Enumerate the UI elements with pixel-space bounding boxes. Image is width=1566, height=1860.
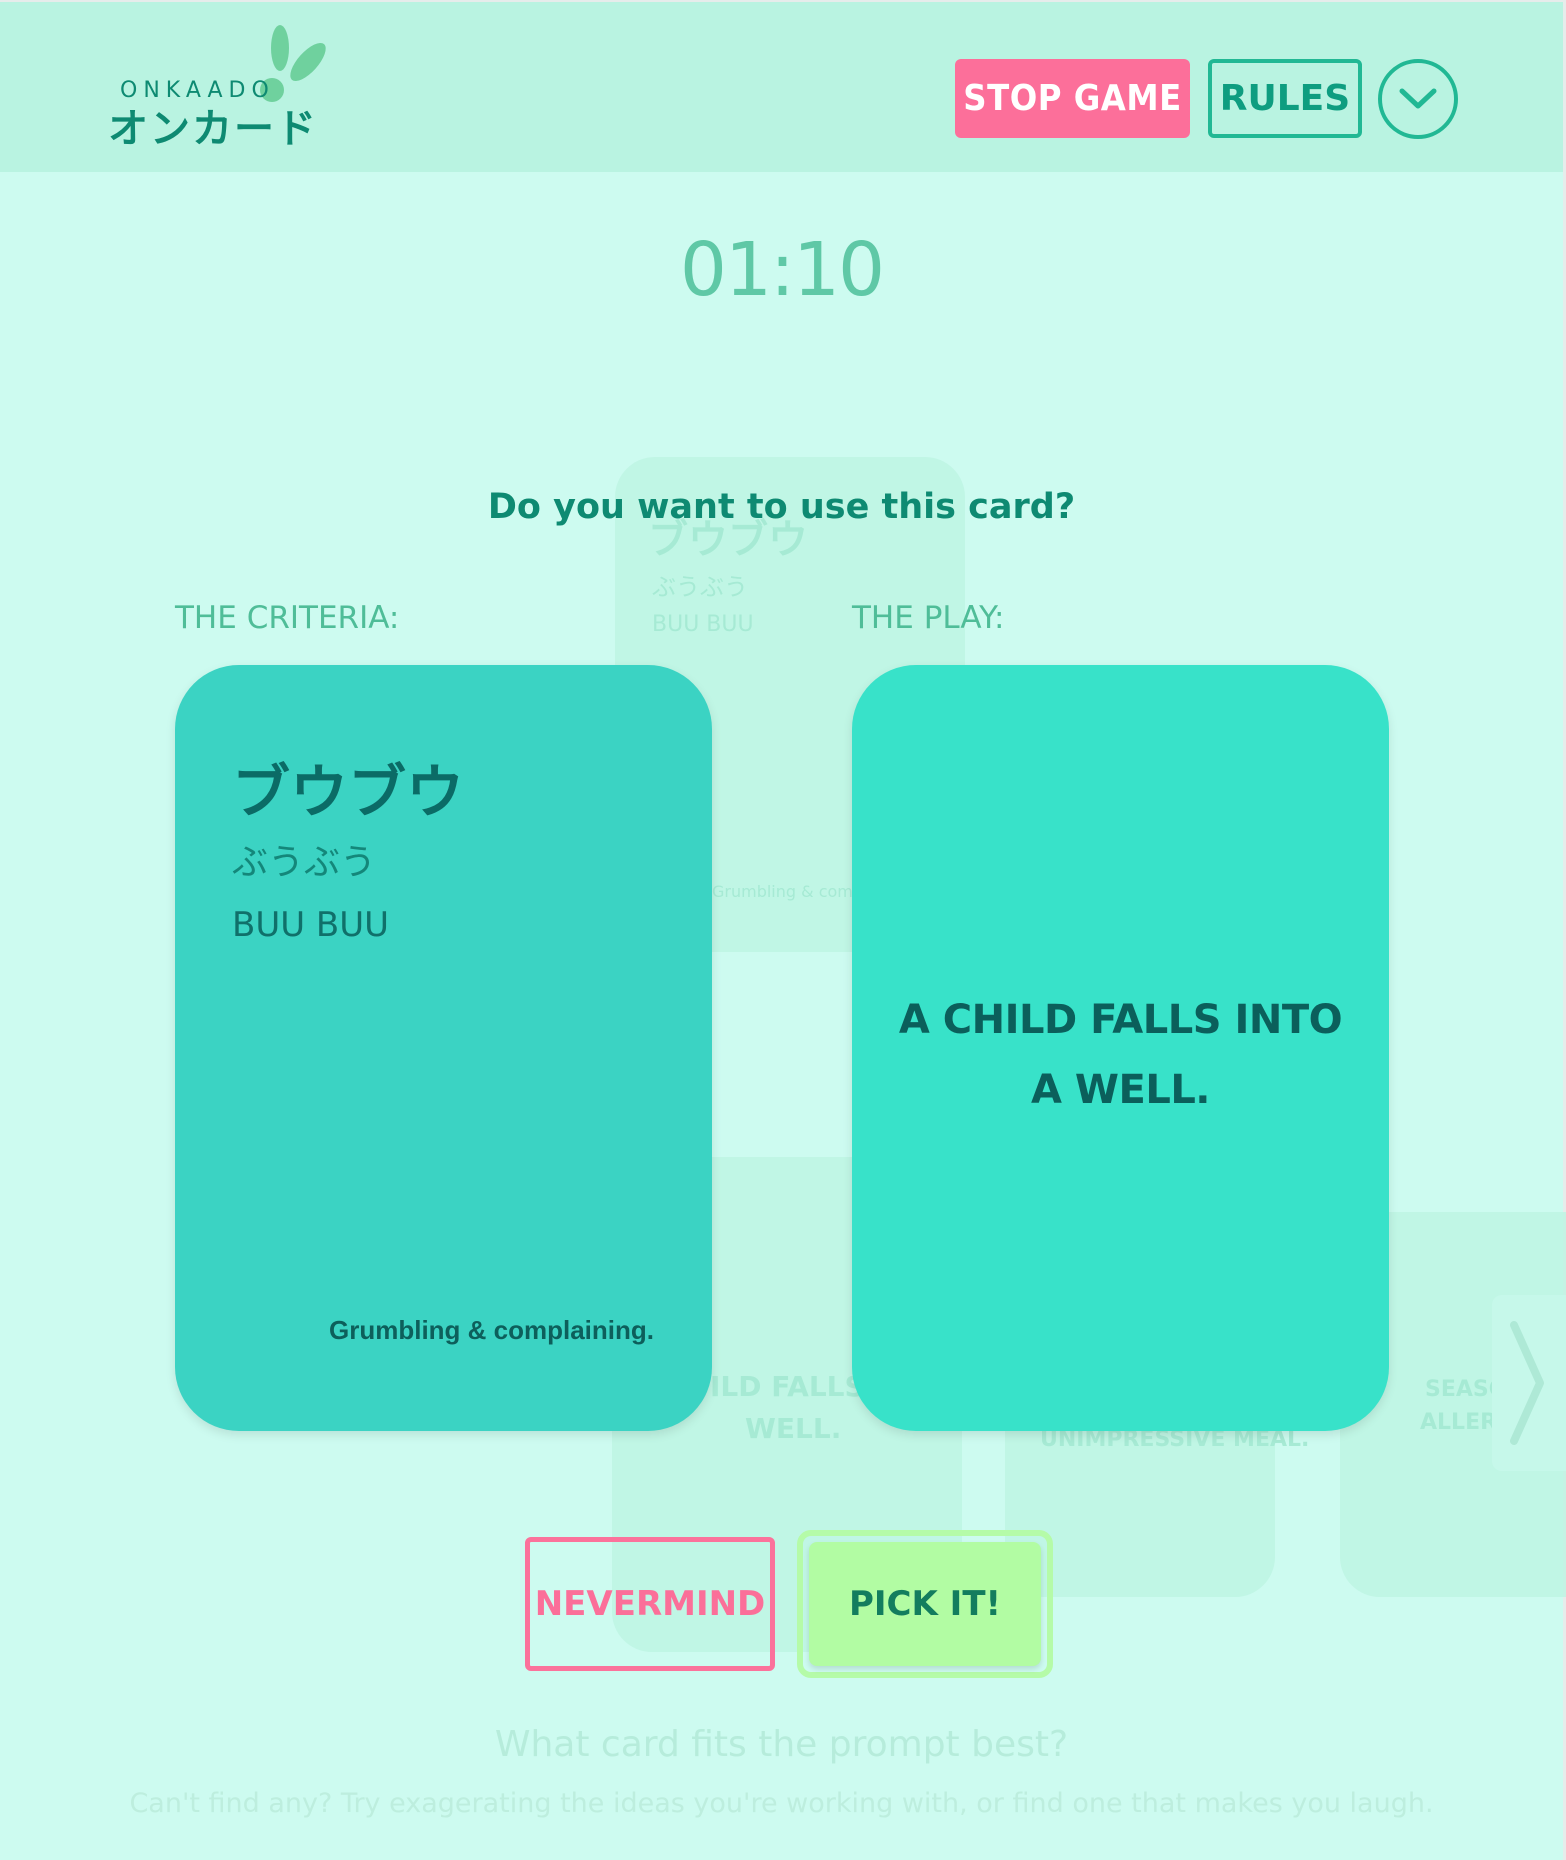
chevron-down-icon — [1399, 88, 1437, 109]
nevermind-button[interactable]: NEVERMIND — [525, 1537, 775, 1671]
next-cards-button[interactable] — [1492, 1295, 1566, 1471]
play-label: THE PLAY: — [852, 600, 1005, 636]
logo[interactable]: ONKAADO オンカード — [108, 22, 338, 152]
prompt-question: What card fits the prompt best? — [494, 1724, 1069, 1765]
criteria-meaning: Grumbling & complaining. — [329, 1315, 654, 1345]
criteria-katakana: ブウブウ — [232, 758, 465, 826]
ghost-hira: ぶうぶう — [652, 573, 748, 601]
prompt-hint: Can't find any? Try exagerating the idea… — [129, 1788, 1434, 1819]
chevron-right-icon — [1510, 1321, 1544, 1445]
app-frame: ブウブウ ぶうぶう BUU BUU Grumbling & com ILD FA… — [0, 0, 1566, 1860]
confirm-question: Do you want to use this card? — [487, 487, 1076, 527]
play-card: A CHILD FALLS INTO A WELL. — [852, 665, 1389, 1431]
play-card-text: A CHILD FALLS INTO A WELL. — [898, 997, 1343, 1113]
ghost-roma: BUU BUU — [652, 612, 754, 637]
stop-game-button[interactable]: STOP GAME — [955, 59, 1190, 138]
ghost-meaning: Grumbling & com — [712, 882, 853, 901]
game-timer: 01:10 — [679, 227, 885, 313]
logo-wordmark-jp: オンカード — [108, 106, 318, 152]
criteria-hiragana: ぶうぶう — [232, 842, 377, 883]
criteria-card: ブウブウ ぶうぶう BUU BUU Grumbling & complainin… — [175, 665, 712, 1431]
criteria-romaji: BUU BUU — [232, 905, 390, 945]
pick-it-button[interactable]: PICK IT! — [809, 1542, 1041, 1666]
criteria-label: THE CRITERIA: — [175, 600, 400, 636]
top-bar: ONKAADO オンカード STOP GAME RULES — [0, 2, 1563, 172]
ghost-play-line-2: WELL. — [745, 1412, 842, 1445]
pick-button-focus-ring: PICK IT! — [797, 1530, 1053, 1678]
menu-toggle-button[interactable] — [1378, 59, 1458, 139]
rules-button[interactable]: RULES — [1208, 59, 1362, 138]
